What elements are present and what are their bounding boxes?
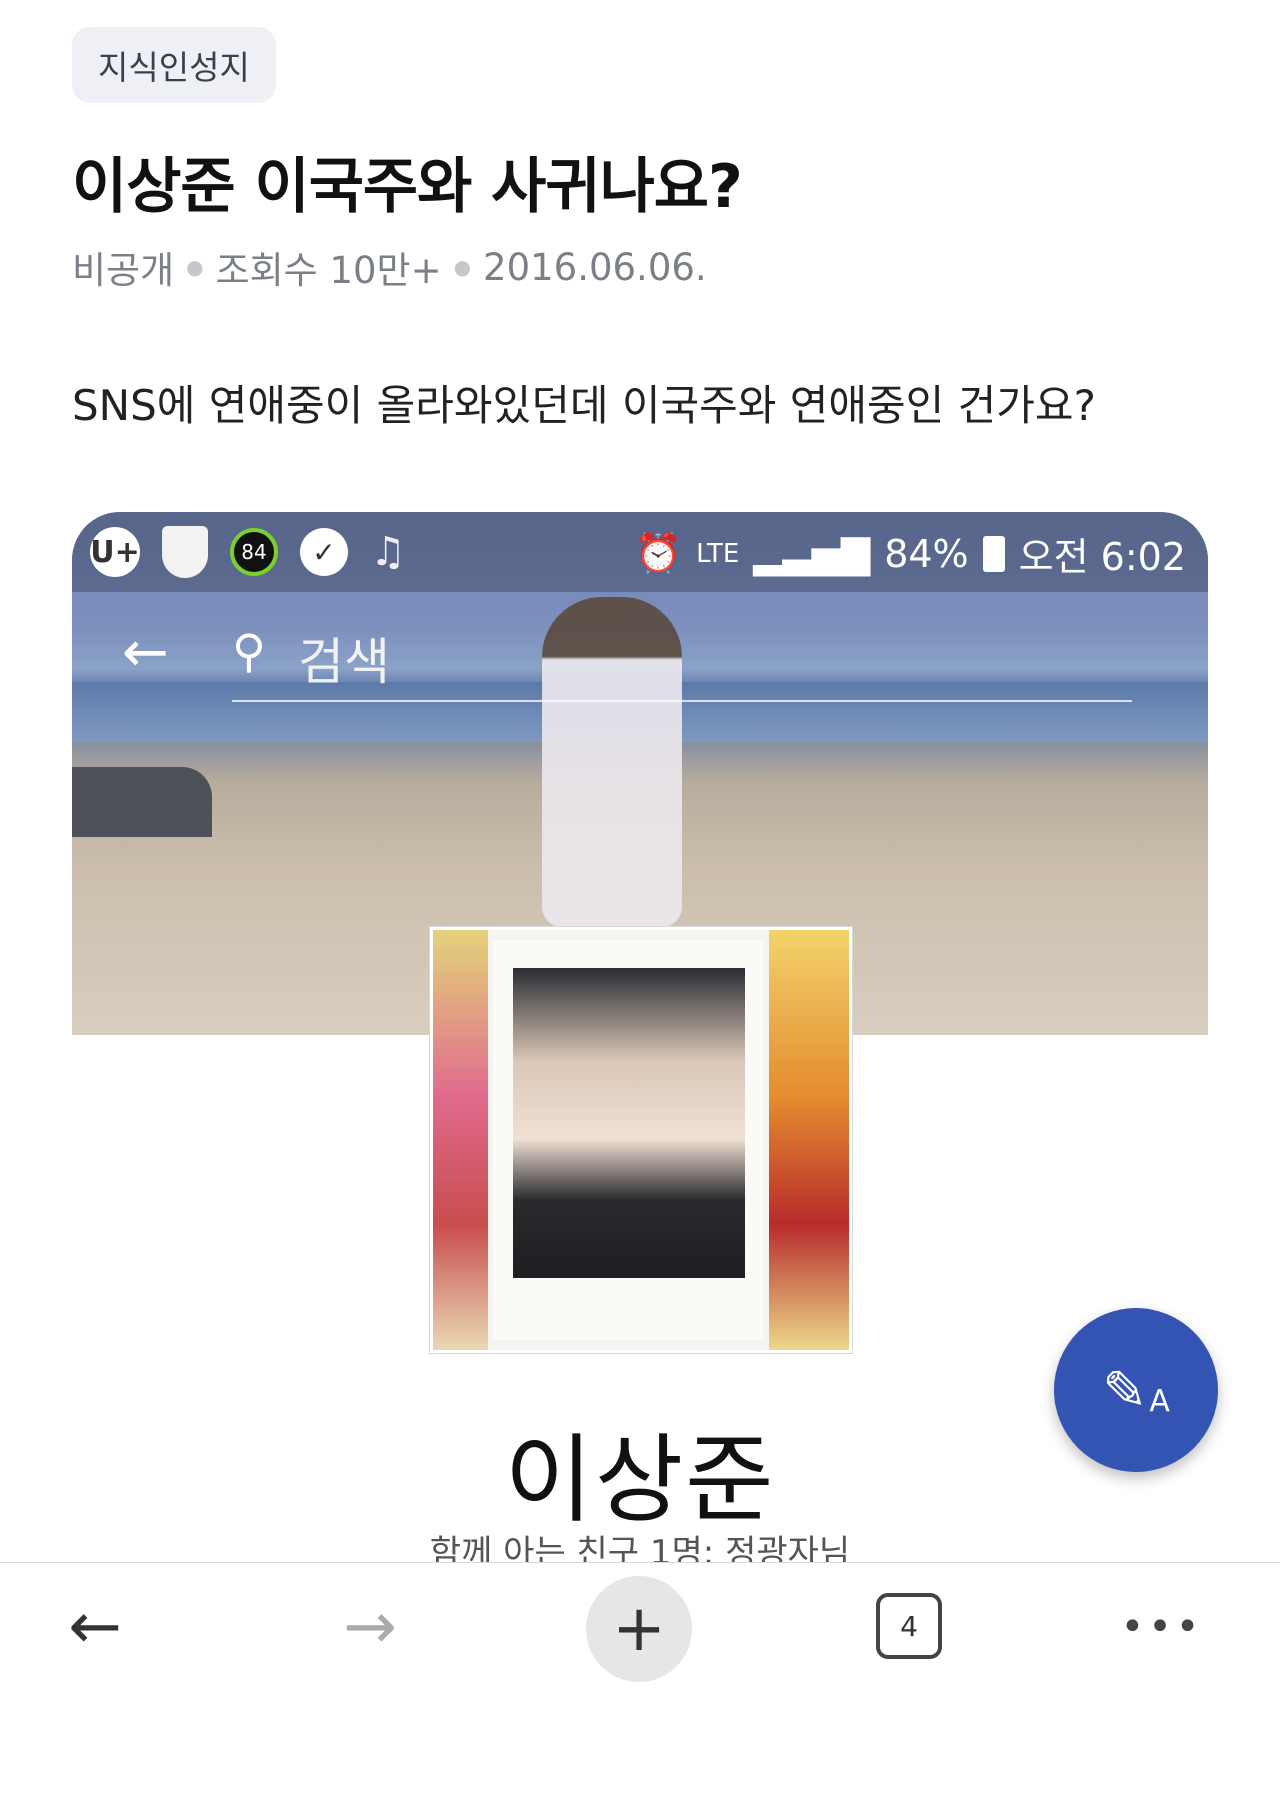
forward-arrow-icon: → xyxy=(343,1590,397,1664)
profile-picture[interactable] xyxy=(430,927,852,1353)
polaroid-background-right xyxy=(769,930,849,1350)
mutual-friends[interactable]: 함께 아는 친구 1명: 정광자님 xyxy=(72,1525,1208,1562)
check-icon: ✓ xyxy=(300,528,348,576)
browser-toolbar: ← → + 4 ••• xyxy=(0,1562,1280,1795)
category-label: 지식인성지 xyxy=(98,48,250,87)
tab-count: 4 xyxy=(900,1609,918,1643)
notification-badge-icon: 84 xyxy=(230,528,278,576)
signal-icon: ▂▃▅▇ xyxy=(753,531,871,576)
tabs-button[interactable]: 4 xyxy=(876,1593,942,1659)
author-label: 비공개 xyxy=(72,249,175,292)
search-bar[interactable]: ← ⚲ 검색 xyxy=(122,600,1132,702)
question-body: SNS에 연애중이 올라와있던데 이국주와 연애중인 건가요? xyxy=(72,381,1096,430)
plus-icon: + xyxy=(612,1592,666,1666)
phone-status-bar: U+ 84 ✓ ♫ ⏰ LTE ▂▃▅▇ 84% 오전 6:02 xyxy=(72,512,1208,592)
polaroid-background-left xyxy=(433,930,488,1350)
question-title: 이상준 이국주와 사귀나요? xyxy=(72,152,743,222)
status-bar-left: U+ 84 ✓ ♫ xyxy=(90,526,406,578)
search-placeholder[interactable]: 검색 xyxy=(298,622,390,694)
status-bar-right: ⏰ LTE ▂▃▅▇ 84% 오전 6:02 xyxy=(635,526,1186,581)
back-button[interactable]: ← xyxy=(50,1563,140,1691)
battery-percent: 84% xyxy=(884,531,969,576)
separator-dot: ● xyxy=(186,255,204,279)
search-underline xyxy=(232,700,1132,702)
cover-wall xyxy=(72,767,212,837)
more-button[interactable]: ••• xyxy=(1120,1563,1204,1691)
carrier-icon: U+ xyxy=(90,527,140,577)
forward-button[interactable]: → xyxy=(325,1563,415,1691)
view-count: 조회수 10만+ xyxy=(215,249,442,292)
shield-icon xyxy=(162,526,208,578)
status-time: 오전 6:02 xyxy=(1018,535,1186,579)
polaroid-photo xyxy=(513,968,745,1278)
page: 지식인성지 이상준 이국주와 사귀나요? 비공개 ● 조회수 10만+ ● 20… xyxy=(0,0,1280,1795)
write-answer-button[interactable]: ✎ A xyxy=(1054,1308,1218,1472)
more-dots-icon: ••• xyxy=(1120,1604,1204,1650)
profile-name: 이상준 xyxy=(504,1424,776,1536)
fab-letter: A xyxy=(1149,1383,1170,1419)
lte-icon: LTE xyxy=(696,538,740,569)
question-meta: 비공개 ● 조회수 10만+ ● 2016.06.06. xyxy=(72,240,707,294)
separator-dot: ● xyxy=(453,255,472,279)
new-tab-button[interactable]: + xyxy=(586,1576,692,1682)
battery-icon xyxy=(982,535,1005,572)
category-chip[interactable]: 지식인성지 xyxy=(72,27,276,103)
back-arrow-icon: ← xyxy=(68,1590,122,1664)
search-icon: ⚲ xyxy=(232,624,266,678)
embedded-screenshot: U+ 84 ✓ ♫ ⏰ LTE ▂▃▅▇ 84% 오전 6:02 ← ⚲ 검색 xyxy=(72,512,1208,1562)
post-date: 2016.06.06. xyxy=(483,245,707,289)
back-arrow-icon[interactable]: ← xyxy=(122,620,169,685)
alarm-icon: ⏰ xyxy=(634,531,683,575)
pencil-icon: ✎ xyxy=(1102,1358,1148,1422)
music-note-icon: ♫ xyxy=(370,529,406,575)
